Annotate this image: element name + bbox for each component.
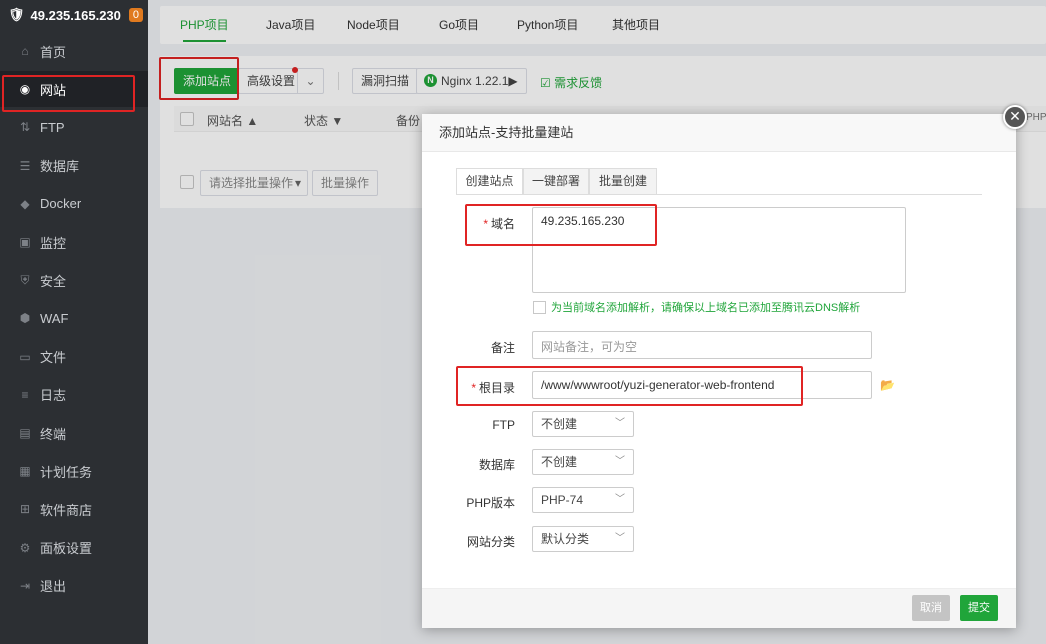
globe-icon: ◉ xyxy=(19,82,31,97)
sidebar-item-8[interactable]: ▭ 文件 xyxy=(0,339,148,375)
sidebar-item-label: 终端 xyxy=(40,426,67,442)
server-header: 🛡 49.235.165.230 0 xyxy=(0,0,148,30)
gear-icon: ⚙ xyxy=(19,540,31,555)
sidebar-item-label: 网站 xyxy=(40,82,67,98)
notification-badge[interactable]: 0 xyxy=(128,8,144,22)
sidebar-item-13[interactable]: ⚙ 面板设置 xyxy=(0,530,148,566)
root-dir-input[interactable]: /www/wwwroot/yuzi-generator-web-frontend xyxy=(532,371,872,399)
sidebar-item-7[interactable]: ⬢ WAF xyxy=(0,300,148,336)
ftp-select[interactable]: 不创建 ﹀ xyxy=(532,411,634,437)
sidebar-item-label: 首页 xyxy=(40,44,67,60)
tab-batch-create[interactable]: 批量创建 xyxy=(589,168,657,195)
php-version-label: PHP版本 xyxy=(466,496,515,510)
dns-hint-text: 为当前域名添加解析，请确保以上域名已添加至腾讯云DNS解析 xyxy=(551,302,861,314)
sidebar-item-label: 计划任务 xyxy=(40,464,93,480)
folder-icon: ▭ xyxy=(19,349,31,364)
chevron-down-icon: ﹀ xyxy=(615,533,625,544)
domain-label-text: 域名 xyxy=(490,217,515,231)
log-icon: ≡ xyxy=(21,387,29,402)
database-label: 数据库 xyxy=(478,458,515,472)
tab-create-site[interactable]: 创建站点 xyxy=(456,168,523,195)
sidebar-item-label: 退出 xyxy=(40,579,67,595)
php-version-value: PHP-74 xyxy=(541,493,584,507)
dns-option[interactable]: 为当前域名添加解析，请确保以上域名已添加至腾讯云DNS解析 xyxy=(533,299,860,315)
category-label: 网站分类 xyxy=(466,535,515,549)
database-select[interactable]: 不创建 ﹀ xyxy=(532,449,634,475)
category-select[interactable]: 默认分类 ﹀ xyxy=(532,526,634,552)
home-icon: ⌂ xyxy=(21,44,29,58)
cancel-button[interactable]: 取消 xyxy=(912,595,950,621)
note-label: 备注 xyxy=(490,341,515,355)
php-version-select[interactable]: PHP-74 ﹀ xyxy=(532,487,634,513)
monitor-icon: ▣ xyxy=(19,235,31,249)
sidebar-item-3[interactable]: ☰ 数据库 xyxy=(0,148,148,184)
folder-open-icon[interactable]: 📂 xyxy=(880,378,895,392)
sidebar-item-label: 文件 xyxy=(40,350,67,366)
sidebar-item-10[interactable]: ▤ 终端 xyxy=(0,415,148,451)
clipped-php-label: PHP xyxy=(1026,112,1046,123)
sidebar-item-label: 监控 xyxy=(40,235,67,251)
sidebar-item-label: 安全 xyxy=(40,273,67,289)
sidebar-item-label: 日志 xyxy=(40,388,67,404)
sidebar-item-label: 软件商店 xyxy=(40,502,93,518)
database-icon: ☰ xyxy=(19,158,31,173)
root-dir-label-text: 根目录 xyxy=(478,381,515,395)
ftp-icon: ⇅ xyxy=(19,120,31,135)
sidebar-item-0[interactable]: ⌂ 首页 xyxy=(0,33,148,69)
sidebar-item-14[interactable]: ⇥ 退出 xyxy=(0,568,148,604)
shield-icon: ⛨ xyxy=(20,273,30,288)
dialog-title: 添加站点-支持批量建站 xyxy=(422,114,1016,152)
note-input[interactable]: 网站备注，可为空 xyxy=(532,331,872,359)
close-icon[interactable]: ✕ xyxy=(1003,105,1027,129)
sidebar-item-12[interactable]: ⊞ 软件商店 xyxy=(0,491,148,527)
server-ip: 49.235.165.230 xyxy=(30,7,121,23)
sidebar-item-2[interactable]: ⇅ FTP xyxy=(0,109,148,145)
logout-icon: ⇥ xyxy=(19,578,31,593)
domain-label: * 域名 xyxy=(483,217,515,231)
chevron-down-icon: ﹀ xyxy=(615,418,625,429)
server-icon: 🛡 xyxy=(8,7,25,22)
submit-button[interactable]: 提交 xyxy=(960,595,998,621)
calendar-icon: ▦ xyxy=(19,464,31,479)
tab-one-click-deploy[interactable]: 一键部署 xyxy=(523,168,589,195)
sidebar-item-9[interactable]: ≡ 日志 xyxy=(0,377,148,413)
sidebar-item-5[interactable]: ▣ 监控 xyxy=(0,224,148,260)
waf-icon: ⬢ xyxy=(19,311,31,326)
chevron-down-icon: ﹀ xyxy=(615,494,625,505)
root-dir-label: * 根目录 xyxy=(471,381,515,395)
ftp-select-value: 不创建 xyxy=(541,417,578,431)
sidebar-item-6[interactable]: ⛨ 安全 xyxy=(0,262,148,298)
sidebar-item-label: FTP xyxy=(40,119,65,135)
chevron-down-icon: ﹀ xyxy=(615,456,625,467)
sidebar-item-label: 数据库 xyxy=(40,159,80,175)
grid-icon: ⊞ xyxy=(19,502,31,517)
sidebar-item-11[interactable]: ▦ 计划任务 xyxy=(0,453,148,489)
tab-divider xyxy=(456,194,982,195)
terminal-icon: ▤ xyxy=(19,426,31,440)
sidebar-item-1[interactable]: ◉ 网站 xyxy=(0,71,148,108)
domain-textarea[interactable]: 49.235.165.230 xyxy=(532,207,906,293)
sidebar-item-label: 面板设置 xyxy=(40,541,93,557)
docker-icon: ◆ xyxy=(20,196,30,211)
dns-checkbox[interactable] xyxy=(533,300,546,314)
ftp-label: FTP xyxy=(492,418,515,432)
sidebar-item-label: Docker xyxy=(40,196,82,212)
database-select-value: 不创建 xyxy=(541,455,578,469)
sidebar-item-4[interactable]: ◆ Docker xyxy=(0,186,148,222)
sidebar-item-label: WAF xyxy=(40,310,69,326)
category-select-value: 默认分类 xyxy=(541,532,590,546)
